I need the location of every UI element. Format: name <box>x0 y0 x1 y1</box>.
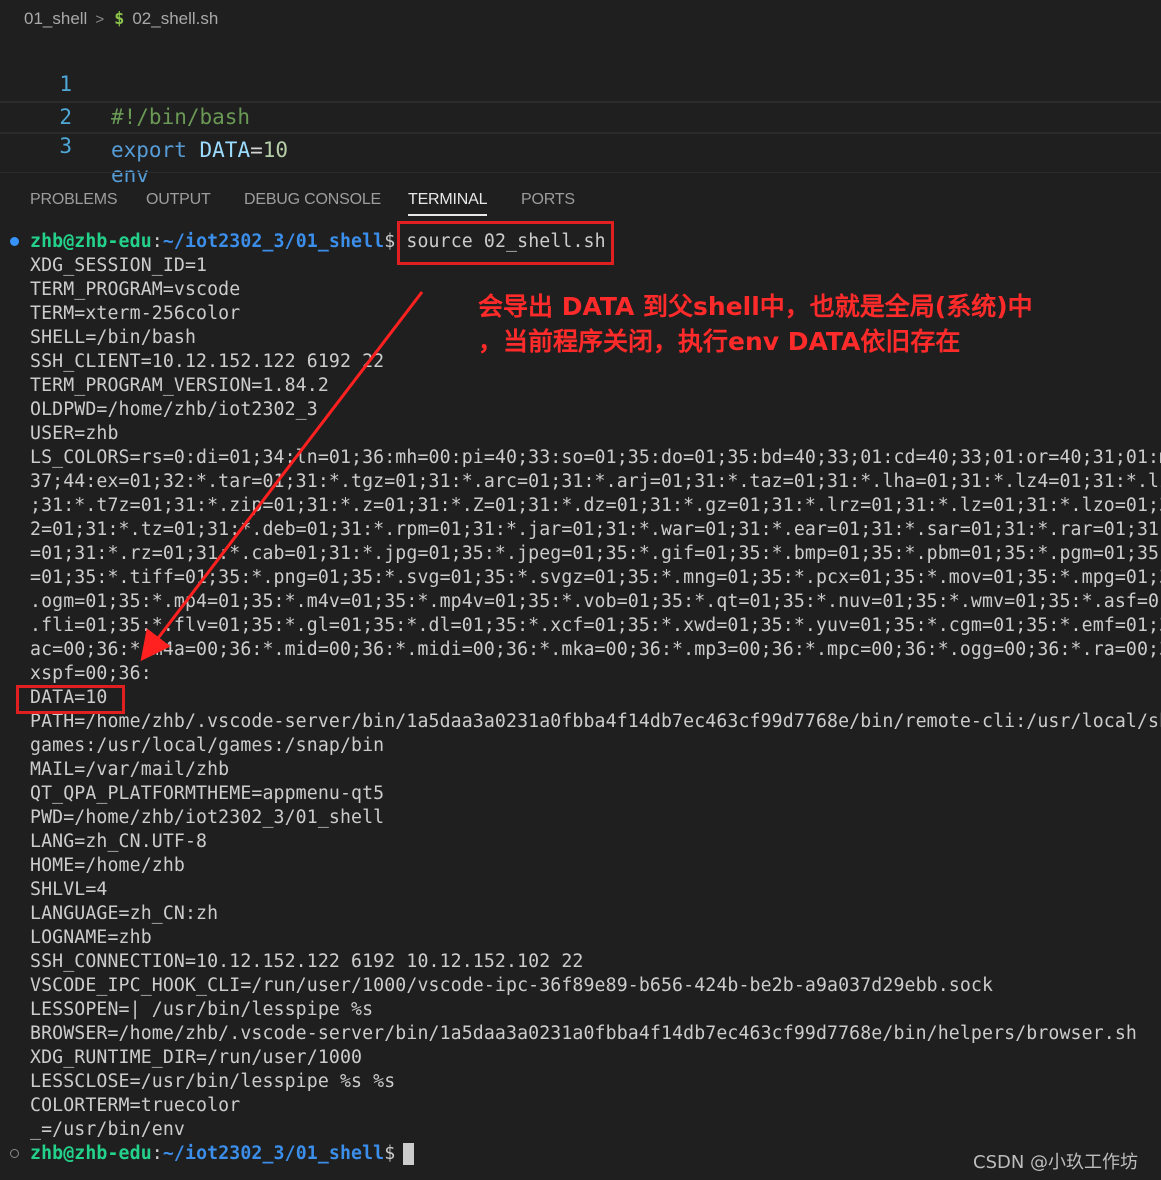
terminal-output-line: MAIL=/var/mail/zhb <box>30 759 230 780</box>
terminal-output-line: LS_COLORS=rs=0:di=01;34:ln=01;36:mh=00:p… <box>30 447 1161 468</box>
terminal-output-line: .ogm=01;35:*.mp4=01;35:*.m4v=01;35:*.mp4… <box>30 591 1161 612</box>
terminal-output-line: ac=00;36:*.m4a=00;36:*.mid=00;36:*.midi=… <box>30 639 1161 660</box>
terminal-output-line: TERM_PROGRAM_VERSION=1.84.2 <box>30 375 329 396</box>
env-command: env <box>111 163 149 187</box>
shell-file-icon: $ <box>114 9 125 29</box>
terminal-output-line: XDG_RUNTIME_DIR=/run/user/1000 <box>30 1047 363 1068</box>
breadcrumb-folder[interactable]: 01_shell <box>24 9 87 29</box>
command-highlight-box <box>397 221 614 265</box>
terminal-output-line: QT_QPA_PLATFORMTHEME=appmenu-qt5 <box>30 783 385 804</box>
terminal-output-line: PWD=/home/zhb/iot2302_3/01_shell <box>30 807 385 828</box>
watermark: CSDN @小玖工作坊 <box>973 1152 1139 1173</box>
terminal-output-line: ;31:*.t7z=01;31:*.zip=01;31:*.z=01;31:*.… <box>30 495 1161 516</box>
code-line[interactable]: 2 export DATA=10 <box>0 68 1161 162</box>
terminal-output-line: BROWSER=/home/zhb/.vscode-server/bin/1a5… <box>30 1023 1137 1044</box>
line-number: 3 <box>59 134 72 158</box>
terminal-output-line: _=/usr/bin/env <box>30 1119 185 1140</box>
prompt-dollar: $ <box>384 1143 396 1164</box>
terminal-output-line: .fli=01;35:*.flv=01;35:*.gl=01;35:*.dl=0… <box>30 615 1161 636</box>
assign-operator: = <box>250 138 263 162</box>
terminal-output-line: games:/usr/local/games:/snap/bin <box>30 735 385 756</box>
terminal-output-line: xspf=00;36: <box>30 663 152 684</box>
terminal-output-line: VSCODE_IPC_HOOK_CLI=/run/user/1000/vscod… <box>30 975 994 996</box>
terminal-output-line: SHLVL=4 <box>30 879 108 900</box>
data-highlight-box <box>16 685 125 714</box>
terminal-output-line: LANGUAGE=zh_CN:zh <box>30 903 219 924</box>
tab-output[interactable]: OUTPUT <box>146 186 211 214</box>
prompt-user: zhb@zhb-edu <box>30 1143 152 1164</box>
export-keyword: export <box>111 138 187 162</box>
terminal-output-line: LOGNAME=zhb <box>30 927 152 948</box>
prompt-path: ~/iot2302_3/01_shell <box>162 231 385 252</box>
prompt-path: ~/iot2302_3/01_shell <box>162 1143 385 1164</box>
terminal-output-line: SSH_CONNECTION=10.12.152.122 6192 10.12.… <box>30 951 584 972</box>
tab-problems[interactable]: PROBLEMS <box>30 186 118 214</box>
terminal-output-line: =01;31:*.rz=01;31:*.cab=01;31:*.jpg=01;3… <box>30 543 1161 564</box>
breadcrumb: 01_shell > $ 02_shell.sh <box>24 8 218 30</box>
terminal-output-line: 2=01;31:*.tz=01;31:*.deb=01;31:*.rpm=01;… <box>30 519 1161 540</box>
terminal-output-line: OLDPWD=/home/zhb/iot2302_3 <box>30 399 318 420</box>
prompt-colon: : <box>151 1143 163 1164</box>
annotation-text-line1: 会导出 DATA 到父shell中，也就是全局(系统)中 <box>478 292 1033 321</box>
breadcrumb-file[interactable]: 02_shell.sh <box>132 9 218 29</box>
tab-ports[interactable]: PORTS <box>521 186 575 214</box>
editor-area[interactable]: 01_shell > $ 02_shell.sh 1 #!/bin/bash 2… <box>0 0 1161 187</box>
terminal-output-line: COLORTERM=truecolor <box>30 1095 241 1116</box>
command-status-dot-icon[interactable] <box>10 237 19 246</box>
terminal-output-line: LANG=zh_CN.UTF-8 <box>30 831 208 852</box>
terminal-output-line: 37;44:ex=01;32:*.tar=01;31:*.tgz=01;31:*… <box>30 471 1161 492</box>
annotation-text-line2: ，当前程序关闭，执行env DATA依旧存在 <box>478 327 961 356</box>
tab-debug-console[interactable]: DEBUG CONSOLE <box>244 186 381 214</box>
terminal-output-line: LESSCLOSE=/usr/bin/lesspipe %s %s <box>30 1071 396 1092</box>
panel-divider[interactable] <box>0 172 1161 173</box>
prompt-colon: : <box>151 231 163 252</box>
prompt-user: zhb@zhb-edu <box>30 231 152 252</box>
chevron-right-icon: > <box>95 10 105 28</box>
terminal-output-line: =01;35:*.tiff=01;35:*.png=01;35:*.svg=01… <box>30 567 1161 588</box>
command-status-dot-icon[interactable] <box>10 1149 19 1158</box>
panel-tabs: PROBLEMS OUTPUT DEBUG CONSOLE TERMINAL P… <box>0 186 1161 220</box>
prompt-dollar: $ <box>384 231 396 252</box>
variable-value: 10 <box>262 138 289 162</box>
code-line[interactable]: 1 #!/bin/bash <box>0 35 1161 129</box>
tab-terminal[interactable]: TERMINAL <box>408 186 488 216</box>
terminal-output-line: PATH=/home/zhb/.vscode-server/bin/1a5daa… <box>30 711 1161 732</box>
terminal-output-line: DATA=10 <box>30 687 108 708</box>
terminal-output-line: USER=zhb <box>30 423 119 444</box>
variable-name: DATA <box>199 138 251 162</box>
terminal-cursor <box>403 1143 415 1165</box>
terminal-prompt-line[interactable]: zhb@zhb-edu:~/iot2302_3/01_shell$ <box>30 1142 415 1166</box>
code-line-current[interactable]: 3 env <box>0 101 1161 187</box>
terminal-output-line: HOME=/home/zhb <box>30 855 185 876</box>
terminal-output-line: LESSOPEN=| /usr/bin/lesspipe %s <box>30 999 374 1020</box>
